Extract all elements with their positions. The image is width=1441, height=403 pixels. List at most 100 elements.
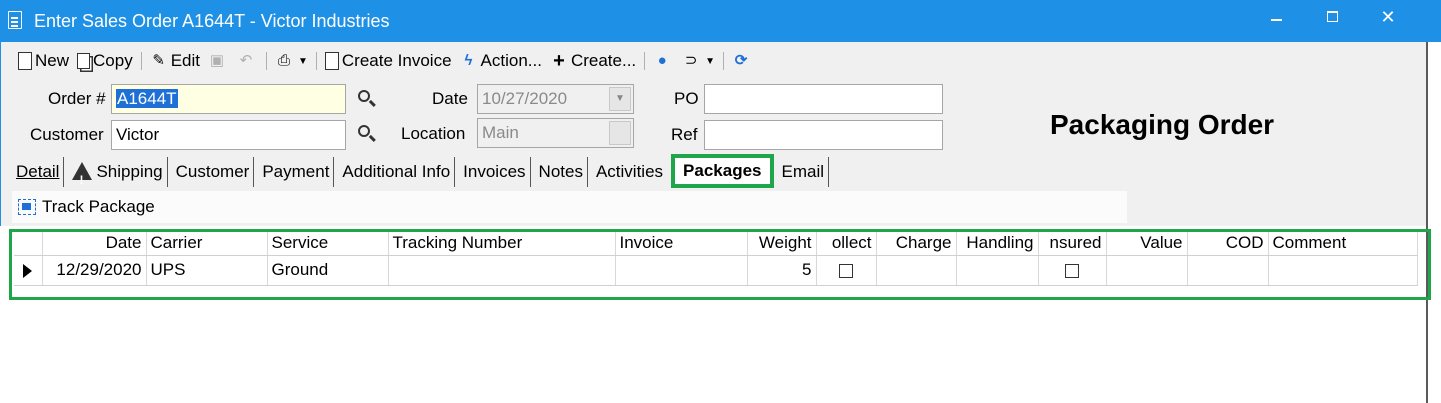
print-button[interactable]: ⎙ ▼ (271, 49, 312, 73)
copy-button[interactable]: Copy (73, 49, 137, 73)
column-header-service[interactable]: Service (267, 231, 389, 256)
column-header-tracking-number[interactable]: Tracking Number (388, 231, 616, 256)
customer-value: Victor (116, 125, 160, 144)
tab-activities[interactable]: Activities (592, 157, 667, 187)
tab-customer[interactable]: Customer (172, 157, 255, 187)
insured-checkbox[interactable] (1065, 263, 1079, 278)
cell-value[interactable] (1106, 255, 1188, 286)
toolbar-separator (315, 52, 317, 70)
create-invoice-button[interactable]: Create Invoice (321, 49, 456, 73)
ref-field[interactable] (704, 120, 943, 150)
cell-comment[interactable] (1268, 255, 1418, 286)
date-label: Date (432, 89, 468, 108)
cell-carrier[interactable]: UPS (146, 255, 268, 286)
search-icon (358, 90, 370, 102)
create-invoice-label: Create Invoice (341, 51, 452, 70)
column-header-comment[interactable]: Comment (1268, 231, 1418, 256)
track-package-button[interactable]: Track Package (18, 197, 155, 217)
new-button[interactable]: New (14, 49, 73, 73)
location-field[interactable]: Main (477, 118, 634, 148)
date-value: 10/27/2020 (482, 89, 568, 108)
cell-insured[interactable] (1038, 255, 1107, 286)
location-label: Location (401, 124, 466, 143)
cell-charge[interactable] (876, 255, 957, 286)
minimize-icon (1270, 19, 1282, 21)
cell-tracking-number[interactable] (388, 255, 616, 286)
toolbar-separator (723, 52, 725, 70)
cell-date[interactable]: 12/29/2020 (42, 255, 147, 286)
table-row[interactable]: 12/29/2020 UPS Ground 5 (14, 255, 1418, 286)
save-button[interactable]: ▣ (204, 49, 233, 73)
column-header-invoice[interactable]: Invoice (615, 231, 748, 256)
maximize-button[interactable] (1304, 0, 1360, 34)
order-number-field[interactable]: A1644T (111, 84, 346, 114)
chevron-down-icon: ▼ (705, 55, 716, 67)
page-title: Packaging Order (1050, 109, 1275, 140)
row-selector-header (14, 231, 43, 256)
tab-additional-info[interactable]: Additional Info (338, 157, 456, 187)
date-field[interactable]: 10/27/2020 ▼ (477, 84, 634, 114)
tab-notes[interactable]: Notes (535, 157, 588, 187)
order-lookup-button[interactable] (356, 88, 378, 110)
column-header-cod[interactable]: COD (1187, 231, 1269, 256)
create-button[interactable]: + Create... (546, 49, 640, 73)
save-icon: ▣ (209, 52, 225, 69)
packages-grid: Date Carrier Service Tracking Number Inv… (14, 231, 1418, 286)
action-button[interactable]: ϟ Action... (456, 49, 546, 73)
tab-email[interactable]: Email (778, 157, 830, 187)
cell-cod[interactable] (1187, 255, 1269, 286)
current-row-icon (23, 263, 33, 278)
minimize-button[interactable] (1248, 0, 1304, 34)
column-header-carrier[interactable]: Carrier (146, 231, 268, 256)
collect-checkbox[interactable] (839, 263, 853, 278)
location-dropdown-button[interactable] (609, 121, 631, 145)
chevron-down-icon[interactable]: ▼ (609, 87, 631, 111)
column-header-value[interactable]: Value (1106, 231, 1188, 256)
attachments-button[interactable]: ⊃ ▼ (678, 49, 719, 73)
column-header-charge[interactable]: Charge (876, 231, 957, 256)
contacts-button[interactable]: ● (649, 49, 678, 73)
toolbar-separator (140, 52, 142, 70)
column-header-handling[interactable]: Handling (956, 231, 1039, 256)
title-bar: Enter Sales Order A1644T - Victor Indust… (0, 0, 1441, 42)
cell-collect[interactable] (816, 255, 877, 286)
close-button[interactable]: ✕ (1360, 0, 1416, 34)
column-header-collect[interactable]: ollect (816, 231, 877, 256)
lightning-icon: ϟ (464, 52, 473, 69)
paperclip-icon: ⊃ (684, 52, 698, 69)
row-selector[interactable] (14, 255, 43, 286)
window-border-right (1426, 42, 1441, 403)
document-icon (8, 11, 22, 29)
invoice-icon (324, 52, 339, 70)
po-field[interactable] (704, 84, 943, 114)
action-label: Action... (480, 51, 542, 70)
chevron-down-icon: ▼ (298, 55, 308, 67)
customer-lookup-button[interactable] (356, 123, 378, 145)
tab-detail[interactable]: Detail (12, 157, 65, 187)
close-icon: ✕ (1380, 7, 1396, 27)
ref-label: Ref (671, 125, 698, 144)
column-header-weight[interactable]: Weight (747, 231, 817, 256)
customer-field[interactable]: Victor (111, 120, 346, 150)
create-label: Create... (570, 51, 637, 70)
column-header-insured[interactable]: nsured (1038, 231, 1107, 256)
maximize-icon (1326, 11, 1338, 23)
cell-weight[interactable]: 5 (747, 255, 817, 286)
tab-payment[interactable]: Payment (258, 157, 335, 187)
customer-label: Customer (30, 125, 104, 144)
cell-invoice[interactable] (615, 255, 748, 286)
column-header-date[interactable]: Date (42, 231, 147, 256)
undo-button[interactable]: ↶ (233, 49, 262, 73)
tab-packages[interactable]: Packages (671, 154, 774, 188)
order-label: Order # (48, 89, 106, 108)
tab-invoices[interactable]: Invoices (459, 157, 531, 187)
edit-label: Edit (170, 51, 200, 70)
edit-button[interactable]: ✎ Edit (146, 49, 204, 73)
new-label: New (35, 51, 70, 70)
main-toolbar: New Copy ✎ Edit ▣ ↶ ⎙ ▼ Create Invoice ϟ… (14, 49, 757, 73)
refresh-button[interactable]: ⟳ (728, 49, 757, 73)
cell-service[interactable]: Ground (267, 255, 389, 286)
cell-handling[interactable] (956, 255, 1039, 286)
tab-shipping[interactable]: Shipping (68, 157, 168, 195)
tab-bar: Detail Shipping Customer Payment Additio… (12, 154, 833, 195)
